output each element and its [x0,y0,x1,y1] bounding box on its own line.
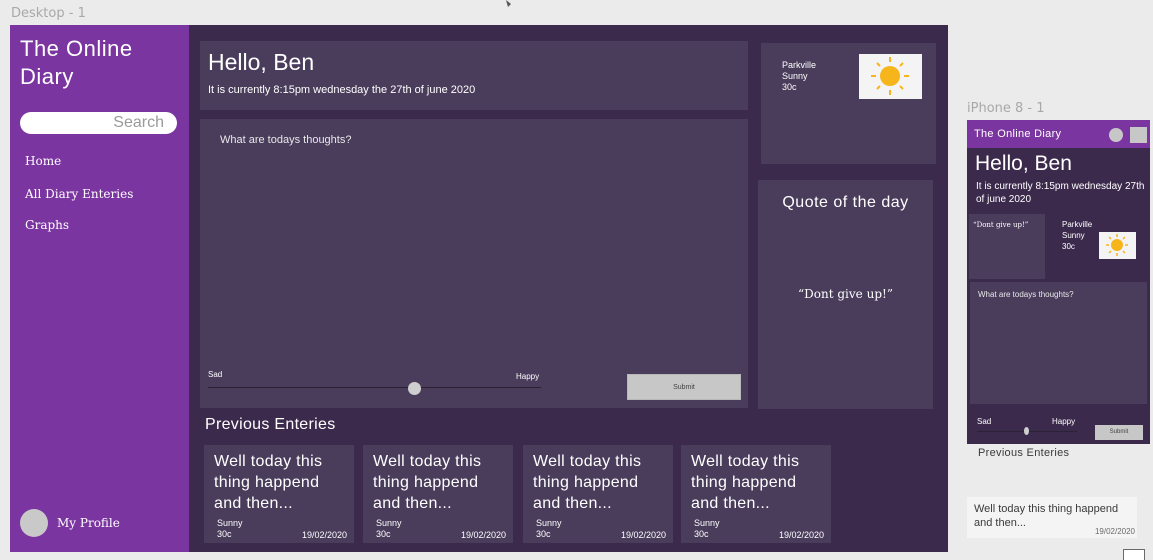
cursor-icon [506,0,511,7]
phone-entry-date: 19/02/2020 [1094,527,1135,536]
sun-icon [1106,234,1128,256]
previous-entries-title: Previous Enteries [205,416,336,433]
mood-slider[interactable] [208,387,541,388]
entry-temperature: 30c [376,529,391,539]
phone-submit-button[interactable]: Submit [1095,425,1143,440]
entry-text: Well today this thing happend and then..… [533,453,642,512]
phone-frame: The Online Diary Hello, Ben It is curren… [967,120,1150,444]
phone-entry-text: Well today this thing happend and then..… [974,503,1119,529]
entry-text: Well today this thing happend and then..… [214,453,323,512]
phone-greeting-title: Hello, Ben [975,152,1072,175]
thoughts-panel[interactable]: What are todays thoughts? Sad Happy Subm… [200,119,748,408]
quote-panel: Quote of the day “Dont give up!” [758,180,933,409]
phone-weather-temperature: 30c [1062,242,1075,251]
mood-min-label: Sad [208,370,223,379]
phone-profile-avatar[interactable] [1109,128,1123,142]
entry-condition: Sunny [536,518,562,528]
quote-title: Quote of the day [782,194,909,211]
mood-max-label: Happy [516,372,540,381]
mood-slider-thumb[interactable] [408,382,422,395]
entry-card[interactable]: Well today this thing happend and then..… [363,445,513,543]
entry-card[interactable]: Well today this thing happend and then..… [204,445,354,543]
thoughts-textarea[interactable]: What are todays thoughts? [220,134,351,146]
phone-previous-entries-title: Previous Enteries [978,447,1070,459]
phone-thoughts-textarea[interactable]: What are todays thoughts? [970,282,1147,404]
submit-button[interactable]: Submit [627,374,741,400]
entry-text: Well today this thing happend and then..… [691,453,800,512]
weather-image [859,54,922,99]
entry-weather: Sunny 30c [694,518,720,540]
phone-mood-slider-thumb[interactable] [1024,427,1029,435]
sidebar-item-all-entries[interactable]: All Diary Enteries [25,187,133,201]
phone-weather-location: Parkville [1062,220,1093,229]
sidebar-item-graphs[interactable]: Graphs [25,218,69,232]
phone-quote-panel: “Dont give up!” [969,214,1045,279]
phone-entry-card[interactable]: Well today this thing happend and then..… [967,497,1137,538]
greeting-title: Hello, Ben [208,49,315,75]
phone-frame-label: iPhone 8 - 1 [967,101,1045,116]
entry-condition: Sunny [217,518,243,528]
phone-header: The Online Diary [967,120,1150,148]
entry-condition: Sunny [694,518,720,528]
phone-weather-image [1099,232,1136,259]
current-datetime: It is currently 8:15pm wednesday the 27t… [208,84,476,96]
phone-current-datetime: It is currently 8:15pm wednesday 27th of… [976,181,1145,205]
entry-weather: Sunny 30c [376,518,402,540]
entry-date: 19/02/2020 [620,530,666,540]
search-input[interactable]: Search [20,112,177,134]
phone-quote-text: “Dont give up!” [973,221,1029,229]
entry-weather: Sunny 30c [536,518,562,540]
avatar[interactable] [20,509,48,537]
corner-handle[interactable] [1123,549,1145,560]
entry-weather: Sunny 30c [217,518,243,540]
weather-panel: Parkville Sunny 30c [761,43,936,164]
desktop-frame: The Online Diary Search Home All Diary E… [10,25,948,552]
phone-app-title: The Online Diary [974,128,1062,140]
sun-icon [871,57,909,95]
app-title: The Online Diary [20,36,133,89]
phone-menu-button[interactable] [1130,127,1147,143]
entry-condition: Sunny [376,518,402,528]
profile-label[interactable]: My Profile [57,516,120,530]
sidebar: The Online Diary Search Home All Diary E… [10,25,189,552]
profile-link[interactable]: My Profile [20,509,120,537]
entry-card[interactable]: Well today this thing happend and then..… [523,445,673,543]
entry-date: 19/02/2020 [301,530,347,540]
quote-text: “Dont give up!” [798,287,893,301]
entry-date: 19/02/2020 [460,530,506,540]
weather-temperature: 30c [782,82,797,92]
desktop-frame-label: Desktop - 1 [11,6,86,21]
entry-temperature: 30c [536,529,551,539]
phone-weather-info: Parkville Sunny 30c [1062,219,1092,252]
greeting-panel: Hello, Ben It is currently 8:15pm wednes… [200,41,748,110]
weather-location: Parkville [782,60,817,70]
phone-thoughts-prompt: What are todays thoughts? [978,290,1074,299]
entry-card[interactable]: Well today this thing happend and then..… [681,445,831,543]
phone-mood-min-label: Sad [977,417,992,426]
sidebar-item-home[interactable]: Home [25,154,61,168]
weather-condition: Sunny [782,71,808,81]
entry-date: 19/02/2020 [778,530,824,540]
entry-temperature: 30c [217,529,232,539]
phone-weather-condition: Sunny [1062,231,1085,240]
phone-mood-max-label: Happy [1052,417,1076,426]
entry-temperature: 30c [694,529,709,539]
weather-info: Parkville Sunny 30c [782,60,816,93]
entry-text: Well today this thing happend and then..… [373,453,482,512]
